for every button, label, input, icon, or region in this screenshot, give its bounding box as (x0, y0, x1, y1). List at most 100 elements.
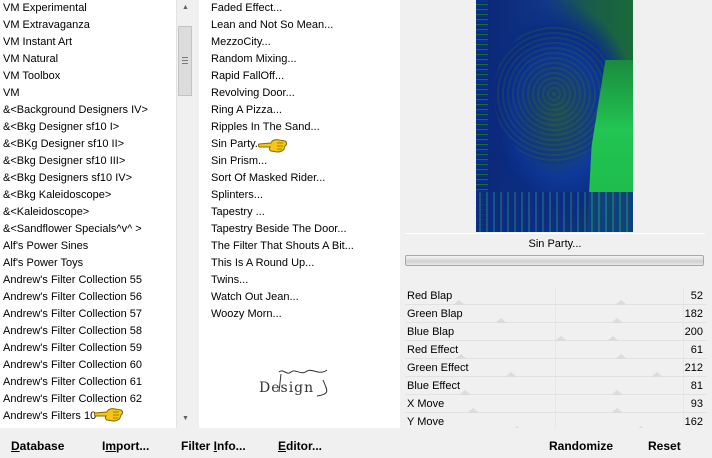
category-list-item[interactable]: Andrew's Filters 10 (3, 408, 96, 425)
editor-button[interactable]: Editor... (278, 437, 322, 455)
reset-button[interactable]: Reset (648, 437, 681, 455)
filter-info-button[interactable]: Filter Info... (181, 437, 246, 455)
filter-list-item[interactable]: Random Mixing... (211, 51, 297, 68)
category-list-item[interactable]: Alf's Power Sines (3, 238, 88, 255)
category-list-item[interactable]: Andrew's Filter Collection 56 (3, 289, 142, 306)
filter-list-item[interactable]: Tapestry Beside The Door... (211, 221, 347, 238)
filter-list-item[interactable]: This Is A Round Up... (211, 255, 314, 272)
category-scrollbar[interactable]: ▲ ▼ (176, 0, 193, 428)
pointing-hand-icon (258, 139, 287, 153)
filter-list-item[interactable]: Woozy Morn... (211, 306, 282, 323)
filter-list-item[interactable]: Splinters... (211, 187, 263, 204)
parameter-value[interactable]: 162 (685, 415, 703, 429)
parameter-label: Blue Blap (407, 326, 455, 338)
selected-filter-name: Sin Party... (405, 233, 705, 253)
parameter-panel: Red Blap 52 Green Blap 182 Blue Blap 200 Red E… (405, 287, 707, 431)
parameter-value[interactable]: 212 (685, 361, 703, 375)
category-list-item[interactable]: Andrew's Filter Collection 57 (3, 306, 142, 323)
randomize-button[interactable]: Randomize (549, 437, 613, 455)
parameter-label: X Move (407, 398, 445, 410)
filter-list[interactable]: Design Faded Effect... Lean and Not So Me… (199, 0, 400, 428)
parameter-row[interactable]: Red Effect 61 (405, 341, 707, 359)
filter-list-item[interactable]: Sin Prism... (211, 153, 267, 170)
preview-area (403, 0, 712, 232)
parameter-value[interactable]: 52 (691, 289, 703, 303)
scroll-up-arrow-icon[interactable]: ▲ (177, 0, 194, 16)
scrollbar-thumb[interactable] (178, 26, 192, 96)
parameter-value[interactable]: 200 (685, 325, 703, 339)
filter-list-item[interactable]: Ring A Pizza... (211, 102, 282, 119)
parameter-label: Blue Effect (407, 380, 460, 392)
parameter-label: Red Blap (407, 290, 453, 302)
category-list-item[interactable]: &<Sandflower Specials^v^ > (3, 221, 142, 238)
category-list-item[interactable]: Andrew's Filter Collection 61 (3, 374, 142, 391)
category-list-item[interactable]: Andrew's Filter Collection 59 (3, 340, 142, 357)
preview-image (476, 0, 633, 232)
category-list-item[interactable]: &<Bkg Designer sf10 I> (3, 119, 119, 136)
database-accel: D (11, 439, 20, 453)
parameter-label: Green Effect (407, 362, 469, 374)
editor-accel: E (278, 439, 287, 453)
filter-list-item[interactable]: Faded Effect... (211, 0, 282, 17)
database-label: atabase (19, 439, 65, 453)
grip-line (182, 60, 188, 61)
parameter-row[interactable]: Blue Effect 81 (405, 377, 707, 395)
filter-list-item[interactable]: Ripples In The Sand... (211, 119, 320, 136)
scroll-down-arrow-icon[interactable]: ▼ (177, 411, 194, 427)
parameter-row[interactable]: Red Blap 52 (405, 287, 707, 305)
parameter-row[interactable]: Blue Blap 200 (405, 323, 707, 341)
filter-list-item[interactable]: Watch Out Jean... (211, 289, 299, 306)
parameter-label: Green Blap (407, 308, 463, 320)
parameter-label: Red Effect (407, 344, 459, 356)
filter-list-item[interactable]: MezzoCity... (211, 34, 271, 51)
category-list-item[interactable]: VM Experimental (3, 0, 87, 17)
pointing-hand-icon (94, 408, 123, 422)
category-list-item[interactable]: Andrew's Filter Collection 60 (3, 357, 142, 374)
filter-list-item[interactable]: Revolving Door... (211, 85, 295, 102)
database-button[interactable]: Database (11, 437, 64, 455)
watermark-text: Design (259, 380, 314, 396)
parameter-label: Y Move (407, 416, 445, 428)
filter-list-item[interactable]: Tapestry ... (211, 204, 265, 221)
filter-info-label-pre: Filter (181, 439, 214, 453)
progress-bar (405, 255, 704, 266)
category-list-item[interactable]: &<BKg Designer sf10 II> (3, 136, 124, 153)
import-button[interactable]: Import... (102, 437, 149, 455)
filter-list-item[interactable]: Sort Of Masked Rider... (211, 170, 325, 187)
category-list-item[interactable]: Andrew's Filter Collection 58 (3, 323, 142, 340)
category-list-item[interactable]: VM (3, 85, 20, 102)
button-bar: Database Import... Filter Info... Editor… (0, 428, 712, 458)
filter-list-item[interactable]: Rapid FallOff... (211, 68, 284, 85)
category-list-item[interactable]: Alf's Power Toys (3, 255, 83, 272)
category-list-item[interactable]: &<Background Designers IV> (3, 102, 148, 119)
filter-info-label: nfo... (217, 439, 246, 453)
filter-list-item[interactable]: Sin Party... (211, 136, 264, 153)
grip-line (182, 63, 188, 64)
filter-list-item[interactable]: Lean and Not So Mean... (211, 17, 333, 34)
category-list[interactable]: VM Experimental VM Extravaganza VM Instant… (0, 0, 176, 428)
category-list-item[interactable]: &<Bkg Designer sf10 III> (3, 153, 125, 170)
category-list-item[interactable]: &<Bkg Designers sf10 IV> (3, 170, 132, 187)
category-list-item[interactable]: VM Extravaganza (3, 17, 90, 34)
editor-label: ditor... (286, 439, 323, 453)
category-list-item[interactable]: &<Bkg Kaleidoscope> (3, 187, 111, 204)
category-list-item[interactable]: VM Toolbox (3, 68, 60, 85)
parameter-row[interactable]: X Move 93 (405, 395, 707, 413)
parameter-row[interactable]: Green Effect 212 (405, 359, 707, 377)
parameter-row[interactable]: Green Blap 182 (405, 305, 707, 323)
category-list-item[interactable]: &<Kaleidoscope> (3, 204, 89, 221)
filter-list-item[interactable]: Twins... (211, 272, 248, 289)
parameter-value[interactable]: 81 (691, 379, 703, 393)
watermark-logo: Design (259, 369, 328, 397)
filter-list-item[interactable]: The Filter That Shouts A Bit... (211, 238, 354, 255)
grip-line (182, 57, 188, 58)
import-label: port... (116, 439, 150, 453)
parameter-value[interactable]: 61 (691, 343, 703, 357)
parameter-value[interactable]: 93 (691, 397, 703, 411)
parameter-value[interactable]: 182 (685, 307, 703, 321)
category-list-item[interactable]: Andrew's Filter Collection 55 (3, 272, 142, 289)
category-list-item[interactable]: VM Instant Art (3, 34, 72, 51)
import-accel: m (105, 439, 117, 453)
preview-bottom-noise (476, 192, 633, 232)
category-list-item[interactable]: VM Natural (3, 51, 58, 68)
